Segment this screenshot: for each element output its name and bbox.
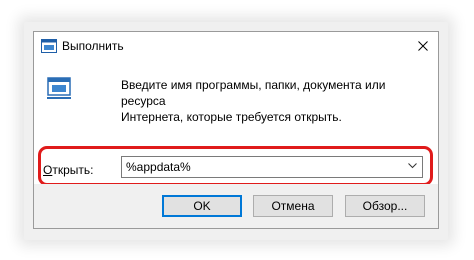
prompt-line-2: Интернета, которые требуется открыть. xyxy=(121,110,342,124)
close-button[interactable] xyxy=(408,32,438,60)
cancel-button[interactable]: Отмена xyxy=(253,195,333,217)
dialog-footer: OK Отмена Обзор... xyxy=(34,184,438,228)
title-bar[interactable]: Выполнить xyxy=(34,32,438,60)
window-title: Выполнить xyxy=(62,39,124,53)
run-app-icon xyxy=(41,39,57,53)
browse-button[interactable]: Обзор... xyxy=(345,195,425,217)
red-highlight-annotation xyxy=(38,146,433,186)
prompt-line-1: Введите имя программы, папки, документа … xyxy=(121,78,386,108)
run-dialog: Выполнить Введите имя программы, папки, … xyxy=(33,31,439,229)
run-program-icon xyxy=(47,77,71,99)
close-icon xyxy=(418,41,428,51)
prompt-text: Введите имя программы, папки, документа … xyxy=(121,77,431,125)
ok-button[interactable]: OK xyxy=(162,195,242,217)
dialog-body: Введите имя программы, папки, документа … xyxy=(34,60,438,186)
